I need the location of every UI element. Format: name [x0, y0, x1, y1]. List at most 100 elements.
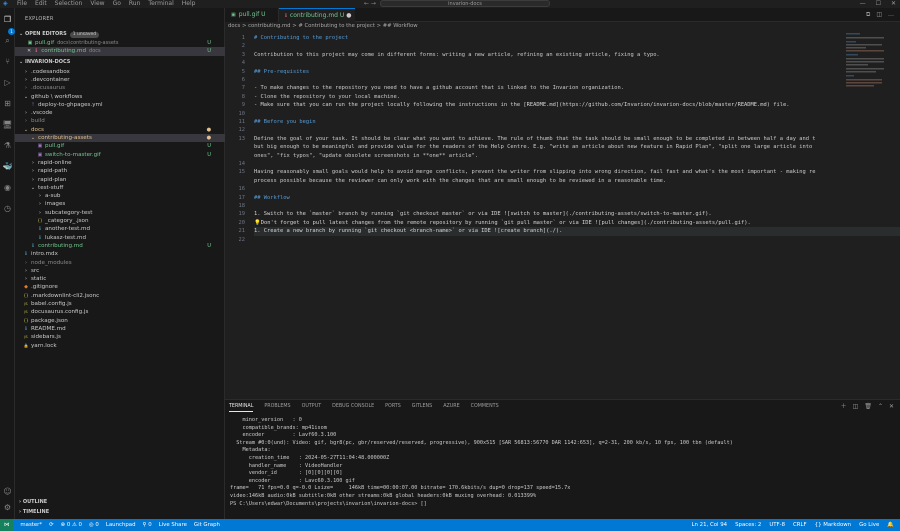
git-graph-item[interactable]: Git Graph	[194, 519, 220, 531]
ports-indicator[interactable]: ◎ 0	[89, 519, 99, 531]
tree-item[interactable]: ⌄ test-stuff	[15, 184, 225, 192]
close-panel-icon[interactable]: ✕	[889, 402, 894, 411]
indentation[interactable]: Spaces: 2	[735, 519, 761, 531]
terminal-output[interactable]: minor_version : 0 compatible_brands: mp4…	[230, 417, 895, 508]
tree-item[interactable]: › node_modules	[15, 259, 225, 267]
open-editor-item[interactable]: ▣ pull.gif docs\contributing-assets U	[15, 39, 225, 47]
tree-item[interactable]: {} package.json	[15, 317, 225, 325]
tree-item[interactable]: {} _category_.json	[15, 217, 225, 225]
menu-item-run[interactable]: Run	[129, 0, 141, 8]
panel-tab-problems[interactable]: PROBLEMS	[264, 402, 290, 412]
tree-item[interactable]: ⌄ docs ●	[15, 126, 225, 134]
tree-item[interactable]: › .docusaurus	[15, 84, 225, 92]
tree-item[interactable]: ℹ another-test.md	[15, 225, 225, 233]
files-icon[interactable]: ❐	[2, 14, 13, 25]
tree-item[interactable]: ⌄ contributing-assets ●	[15, 134, 225, 143]
panel-tab-comments[interactable]: COMMENTS	[471, 402, 499, 412]
maximize-panel-icon[interactable]: ⌃	[878, 402, 883, 411]
tree-item[interactable]: ▣ pull.gif U	[15, 142, 225, 150]
open-editor-item[interactable]: ✕ ℹ contributing.md docs U	[15, 47, 225, 56]
settings-gear-icon[interactable]: ⚙	[2, 502, 13, 513]
tree-item[interactable]: ℹ README.md	[15, 325, 225, 333]
tree-item[interactable]: › rapid-online	[15, 159, 225, 167]
panel-tab-gitlens[interactable]: GITLENS	[412, 402, 432, 412]
git-branch-item[interactable]: master*	[20, 519, 42, 531]
close-icon[interactable]: ✕	[891, 0, 896, 8]
tree-item[interactable]: ℹ contributing.md U	[15, 242, 225, 250]
github-icon[interactable]: ◉	[2, 182, 13, 193]
trash-icon[interactable]: 🗑	[864, 402, 872, 411]
remote-indicator-icon[interactable]: ⋈	[0, 519, 14, 531]
code-editor[interactable]: 1 # Contributing to the project 2 3 Contribu…	[225, 31, 900, 399]
encoding[interactable]: UTF-8	[769, 519, 785, 531]
tree-item[interactable]: › build	[15, 117, 225, 125]
panel-tab-output[interactable]: OUTPUT	[302, 402, 322, 412]
split-terminal-icon[interactable]: ◫	[853, 402, 859, 411]
tree-item[interactable]: › .vscode	[15, 109, 225, 117]
outline-section[interactable]: › OUTLINE	[15, 498, 225, 506]
panel-tab-terminal[interactable]: TERMINAL	[229, 402, 254, 412]
tree-item[interactable]: {} .markdownlint-cli2.jsonc	[15, 292, 225, 300]
panel-tab-ports[interactable]: PORTS	[385, 402, 401, 412]
tree-item[interactable]: JS babel.config.js	[15, 300, 225, 308]
problems-indicator[interactable]: ⊗ 0 ⚠ 0	[61, 519, 82, 531]
timeline-icon[interactable]: ◷	[2, 203, 13, 214]
tree-item[interactable]: ℹ intro.mdx	[15, 250, 225, 258]
line-ending[interactable]: CRLF	[793, 519, 807, 531]
tree-item[interactable]: › .codesandbox	[15, 68, 225, 76]
sync-icon[interactable]: ⟳	[49, 519, 54, 531]
cursor-position[interactable]: Ln 21, Col 94	[692, 519, 728, 531]
live-share-count[interactable]: ⚲ 0	[143, 519, 152, 531]
tree-item[interactable]: › a-sub	[15, 192, 225, 200]
tree-item[interactable]: JS sidebars.js	[15, 333, 225, 341]
launchpad-item[interactable]: Launchpad	[106, 519, 136, 531]
testing-icon[interactable]: ⚗	[2, 140, 13, 151]
open-preview-icon[interactable]: ⧉	[866, 8, 870, 22]
tree-item[interactable]: › rapid-path	[15, 167, 225, 175]
menu-item-file[interactable]: File	[17, 0, 27, 8]
timeline-section[interactable]: › TIMELINE	[15, 508, 225, 516]
tree-item[interactable]: ⌄ github \ workflows	[15, 93, 225, 101]
open-editors-section[interactable]: ⌄ OPEN EDITORS 1 unsaved	[15, 30, 225, 38]
tree-item[interactable]: › static	[15, 275, 225, 283]
live-share-item[interactable]: Live Share	[159, 519, 187, 531]
account-icon[interactable]: ☺	[2, 486, 13, 497]
tree-item[interactable]: ◆ .gitignore	[15, 283, 225, 291]
source-control-icon[interactable]: ⑂	[2, 56, 13, 67]
tree-item[interactable]: › src	[15, 267, 225, 275]
maximize-icon[interactable]: ☐	[876, 0, 881, 8]
menu-item-help[interactable]: Help	[182, 0, 196, 8]
remote-explorer-icon[interactable]: 🖥	[2, 119, 13, 130]
tree-item[interactable]: ℹ lukasz-test.md	[15, 234, 225, 242]
tree-item[interactable]: › images	[15, 200, 225, 208]
go-live-item[interactable]: Go Live	[859, 519, 879, 531]
tree-item[interactable]: 🔒 yarn.lock	[15, 342, 225, 350]
new-terminal-icon[interactable]: ＋	[841, 402, 847, 411]
panel-tab-azure[interactable]: AZURE	[443, 402, 459, 412]
tree-item[interactable]: › subcategory-test	[15, 209, 225, 217]
minimize-icon[interactable]: —	[860, 0, 866, 8]
menu-item-go[interactable]: Go	[113, 0, 121, 8]
tree-item[interactable]: › .devcontainer	[15, 76, 225, 84]
workspace-section[interactable]: ⌄ INVARION-DOCS	[15, 58, 225, 66]
tab-pull-gif[interactable]: ▣ pull.gif U	[225, 8, 279, 22]
run-debug-icon[interactable]: ▷	[2, 77, 13, 88]
unsaved-dot-icon[interactable]: ●	[346, 12, 351, 19]
tree-item[interactable]: › rapid-plan	[15, 176, 225, 184]
command-center-search[interactable]: invarion-docs	[380, 0, 550, 7]
language-mode[interactable]: {} Markdown	[815, 519, 851, 531]
split-editor-icon[interactable]: ◫	[876, 8, 882, 22]
breadcrumb[interactable]: docs > contributing.md > # Contributing …	[225, 22, 900, 31]
more-actions-icon[interactable]: …	[888, 8, 894, 22]
menu-item-view[interactable]: View	[90, 0, 104, 8]
search-icon[interactable]: ⌕	[2, 35, 13, 46]
nav-buttons[interactable]: ← →	[364, 0, 376, 8]
menu-item-terminal[interactable]: Terminal	[148, 0, 173, 8]
panel-tab-debug-console[interactable]: DEBUG CONSOLE	[332, 402, 374, 412]
tree-item[interactable]: ▣ switch-to-master.gif U	[15, 151, 225, 159]
notifications-icon[interactable]: 🔔	[887, 519, 894, 531]
menu-item-selection[interactable]: Selection	[55, 0, 83, 8]
extensions-icon[interactable]: ⊞	[2, 98, 13, 109]
tab-contributing-md[interactable]: ℹ contributing.md U ●	[279, 8, 355, 22]
close-icon[interactable]: ✕	[27, 48, 31, 54]
